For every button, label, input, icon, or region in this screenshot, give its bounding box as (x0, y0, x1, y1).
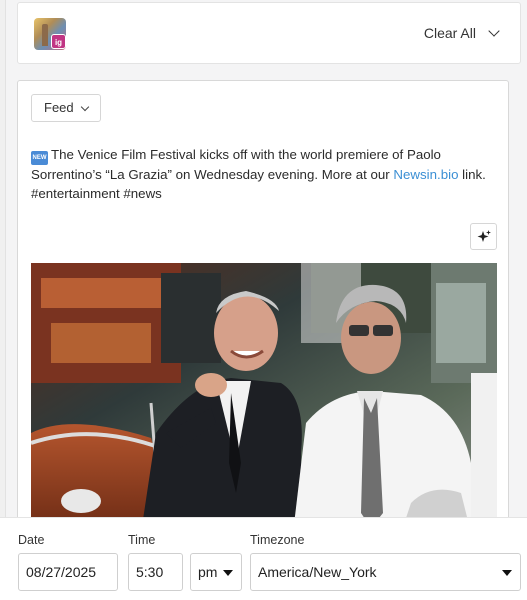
ampm-value: pm (198, 564, 218, 580)
ai-assist-button[interactable] (470, 223, 497, 250)
post-image[interactable] (31, 263, 497, 519)
account-selector-bar: ig Clear All (17, 2, 521, 64)
caption-link[interactable]: Newsin.bio (393, 167, 458, 182)
clear-all-button[interactable]: Clear All (423, 25, 500, 41)
timezone-value: America/New_York (258, 564, 377, 580)
schedule-panel: Date 08/27/2025 Time 5:30 pm Timezone Am… (0, 517, 527, 600)
post-type-label: Feed (44, 100, 74, 115)
post-caption-text[interactable]: NEW The Venice Film Festival kicks off wi… (31, 145, 497, 203)
date-input[interactable]: 08/27/2025 (18, 553, 118, 591)
caption-hashtags: #entertainment #news (31, 186, 162, 201)
post-type-dropdown[interactable]: Feed (31, 94, 101, 122)
sparkle-icon (477, 229, 491, 242)
timezone-label: Timezone (250, 533, 305, 547)
date-label: Date (18, 533, 45, 547)
timezone-select[interactable]: America/New_York (250, 553, 521, 591)
post-photo-illustration (31, 263, 497, 519)
time-label: Time (128, 533, 156, 547)
caption-text: The Venice Film Festival kicks off with … (31, 147, 441, 182)
ampm-select[interactable]: pm (190, 553, 242, 591)
caret-down-icon (223, 570, 233, 576)
chevron-down-icon (488, 25, 500, 37)
chevron-down-icon (80, 102, 89, 111)
caption-text-end: link. (458, 167, 486, 182)
time-input[interactable]: 5:30 (128, 553, 183, 591)
caret-down-icon (502, 570, 512, 576)
post-editor-card: Feed NEW The Venice Film Festival kicks o… (17, 80, 509, 520)
left-panel-edge (0, 0, 6, 600)
new-emoji-icon: NEW (31, 151, 48, 165)
clear-all-label: Clear All (423, 25, 476, 41)
instagram-badge-icon: ig (51, 34, 66, 49)
